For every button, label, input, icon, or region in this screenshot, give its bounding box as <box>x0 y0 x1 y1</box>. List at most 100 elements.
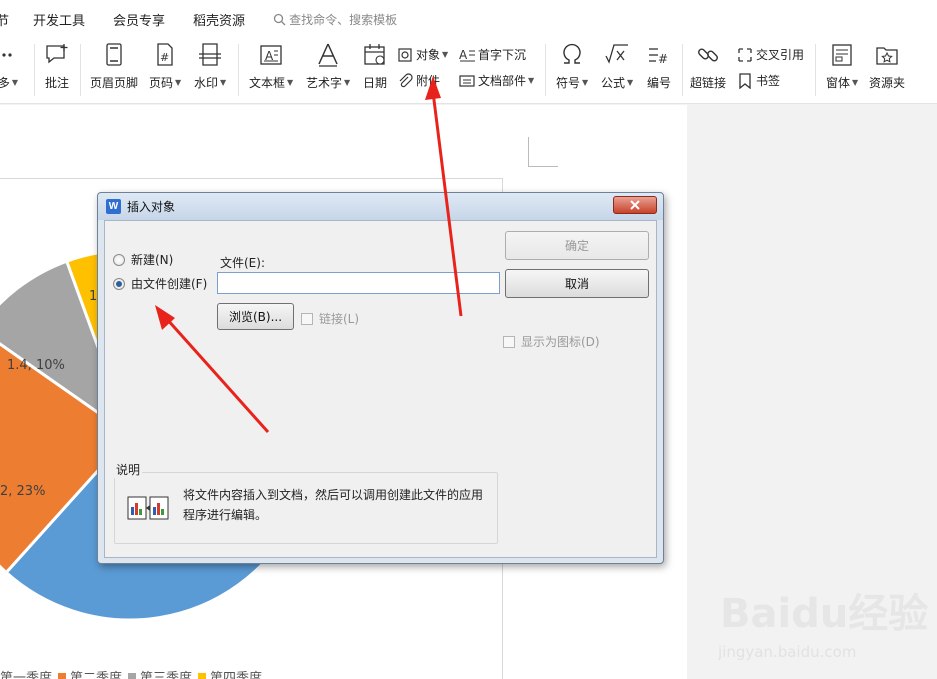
attachment-button[interactable]: 附件 <box>397 72 440 89</box>
date-label: 日期 <box>362 76 387 90</box>
more-button[interactable]: 更多▼ <box>0 42 20 91</box>
page-number-label: 页码 <box>149 76 174 90</box>
dialog-body: 新建(N) 由文件创建(F) 文件(E): 浏览(B)... 链接(L) 确定 … <box>104 220 657 558</box>
radio-create-new-dot[interactable] <box>113 253 125 266</box>
svg-text:#: # <box>658 52 668 66</box>
resource-folder-button[interactable]: 资源夹 <box>869 42 905 91</box>
insert-object-dialog: W 插入对象 新建(N) 由文件创建(F) 文件(E): 浏览(B)... 链接… <box>97 192 664 564</box>
menu-item-developer[interactable]: 开发工具 <box>33 10 85 29</box>
display-as-icon-checkbox-box[interactable] <box>503 335 515 348</box>
watermark-brand: Baidu经验 <box>720 591 928 637</box>
numbering-button[interactable]: # 编号 <box>646 42 672 91</box>
symbol-button[interactable]: 符号 ▼ <box>556 42 588 91</box>
watermark-label: 水印 <box>194 76 219 90</box>
symbol-label: 符号 <box>556 76 581 90</box>
watermark-icon <box>197 42 223 68</box>
object-button[interactable]: 对象 ▼ <box>397 46 448 63</box>
command-search[interactable]: 查找命令、搜索模板 <box>273 11 397 28</box>
search-placeholder: 查找命令、搜索模板 <box>289 12 398 27</box>
wps-writer-icon: W <box>106 199 121 214</box>
link-checkbox-label: 链接(L) <box>319 312 360 326</box>
star-folder-icon <box>874 42 900 68</box>
search-icon <box>273 13 286 25</box>
window-button[interactable]: 窗体 ▼ <box>826 42 858 91</box>
file-field-label: 文件(E): <box>220 256 265 270</box>
baidu-jingyan-watermark: Baidu经验 jingyan.baidu.com <box>718 591 928 661</box>
display-as-icon-label: 显示为图标(D) <box>521 335 600 349</box>
chart-legend: 第一季度 第二季度 第三季度 第四季度 <box>0 667 262 679</box>
textbox-button[interactable]: A 文本框 ▼ <box>249 42 293 91</box>
dropcap-icon: A <box>459 47 475 63</box>
menu-item-section[interactable]: 节 <box>0 10 9 29</box>
menu-item-docer[interactable]: 稻壳资源 <box>193 10 245 29</box>
formula-icon <box>604 42 630 68</box>
legend-item-q2: 第二季度 <box>70 671 123 679</box>
comment-button[interactable]: 批注 <box>44 42 70 91</box>
browse-button[interactable]: 浏览(B)... <box>217 303 294 330</box>
more-label: 更多 <box>0 76 10 90</box>
radio-create-from-file[interactable]: 由文件创建(F) <box>113 275 207 292</box>
paperclip-icon <box>397 72 413 89</box>
bookmark-icon <box>737 72 753 89</box>
page-corner-mark <box>528 137 558 167</box>
resource-folder-label: 资源夹 <box>869 76 906 90</box>
wordart-button[interactable]: 艺术字 ▼ <box>306 42 350 91</box>
bookmark-button[interactable]: 书签 <box>737 72 780 89</box>
formula-button[interactable]: 公式 ▼ <box>601 42 633 91</box>
more-dots-icon <box>0 42 20 68</box>
legend-item-q1: 第一季度 <box>0 671 53 679</box>
calendar-icon <box>362 42 388 68</box>
date-button[interactable]: 日期 <box>362 42 388 91</box>
svg-text:#: # <box>160 51 169 64</box>
dialog-close-button[interactable] <box>613 196 657 214</box>
link-checkbox-box[interactable] <box>301 312 313 325</box>
description-text: 将文件内容插入到文档，然后可以调用创建此文件的应用程序进行编辑。 <box>183 488 484 522</box>
textbox-icon: A <box>258 42 284 68</box>
docpart-button[interactable]: 文档部件 ▼ <box>459 72 534 89</box>
header-footer-button[interactable]: 页眉页脚 <box>90 42 138 91</box>
object-icon <box>397 47 413 63</box>
menu-item-member[interactable]: 会员专享 <box>113 10 165 29</box>
crossref-icon <box>737 47 753 63</box>
insert-ribbon: 更多▼ 批注 页眉页脚 # 页码▼ 水印▼ A 文本框▼ 艺术字▼ 日期 对象▼ <box>0 38 937 104</box>
watermark-button[interactable]: 水印 ▼ <box>194 42 226 91</box>
crossref-label: 交叉引用 <box>756 48 805 62</box>
legend-swatch-q2 <box>58 672 67 679</box>
radio-create-new[interactable]: 新建(N) <box>113 251 173 268</box>
page-number-button[interactable]: # 页码 ▼ <box>149 42 181 91</box>
legend-item-q4: 第四季度 <box>210 671 263 679</box>
radio-create-from-file-dot[interactable] <box>113 277 125 290</box>
docpart-icon <box>459 73 475 89</box>
dropcap-label: 首字下沉 <box>478 48 527 62</box>
insert-file-object-icon <box>127 496 169 520</box>
comment-label: 批注 <box>44 76 69 90</box>
dialog-titlebar[interactable]: W 插入对象 <box>98 193 663 220</box>
svg-text:A: A <box>459 48 468 62</box>
dropcap-button[interactable]: A 首字下沉 <box>459 46 526 63</box>
comment-add-icon <box>44 42 70 68</box>
watermark-url: jingyan.baidu.com <box>718 643 856 661</box>
cancel-button[interactable]: 取消 <box>505 269 649 298</box>
form-icon <box>829 42 855 68</box>
page-number-icon: # <box>152 42 178 68</box>
link-checkbox[interactable]: 链接(L) <box>301 310 359 327</box>
crossref-button[interactable]: 交叉引用 <box>737 46 804 63</box>
pie-label-third: 1.4, 10% <box>7 358 65 373</box>
pie-label-second: 2, 23% <box>0 484 45 499</box>
link-icon <box>695 42 721 68</box>
radio-create-from-file-label: 由文件创建(F) <box>131 277 208 291</box>
menu-bar: 节 开发工具 会员专享 稻壳资源 查找命令、搜索模板 <box>0 0 937 38</box>
legend-swatch-q4 <box>198 672 207 679</box>
docpart-label: 文档部件 <box>478 74 527 88</box>
close-icon <box>630 200 640 210</box>
window-label: 窗体 <box>826 76 851 90</box>
hyperlink-button[interactable]: 超链接 <box>690 42 726 91</box>
file-path-input[interactable] <box>217 272 500 294</box>
header-footer-label: 页眉页脚 <box>90 76 139 90</box>
display-as-icon-checkbox[interactable]: 显示为图标(D) <box>503 333 600 350</box>
omega-icon <box>559 42 585 68</box>
legend-item-q3: 第三季度 <box>140 671 193 679</box>
ok-button[interactable]: 确定 <box>505 231 649 260</box>
radio-create-new-label: 新建(N) <box>131 253 174 267</box>
header-footer-icon <box>101 42 127 68</box>
